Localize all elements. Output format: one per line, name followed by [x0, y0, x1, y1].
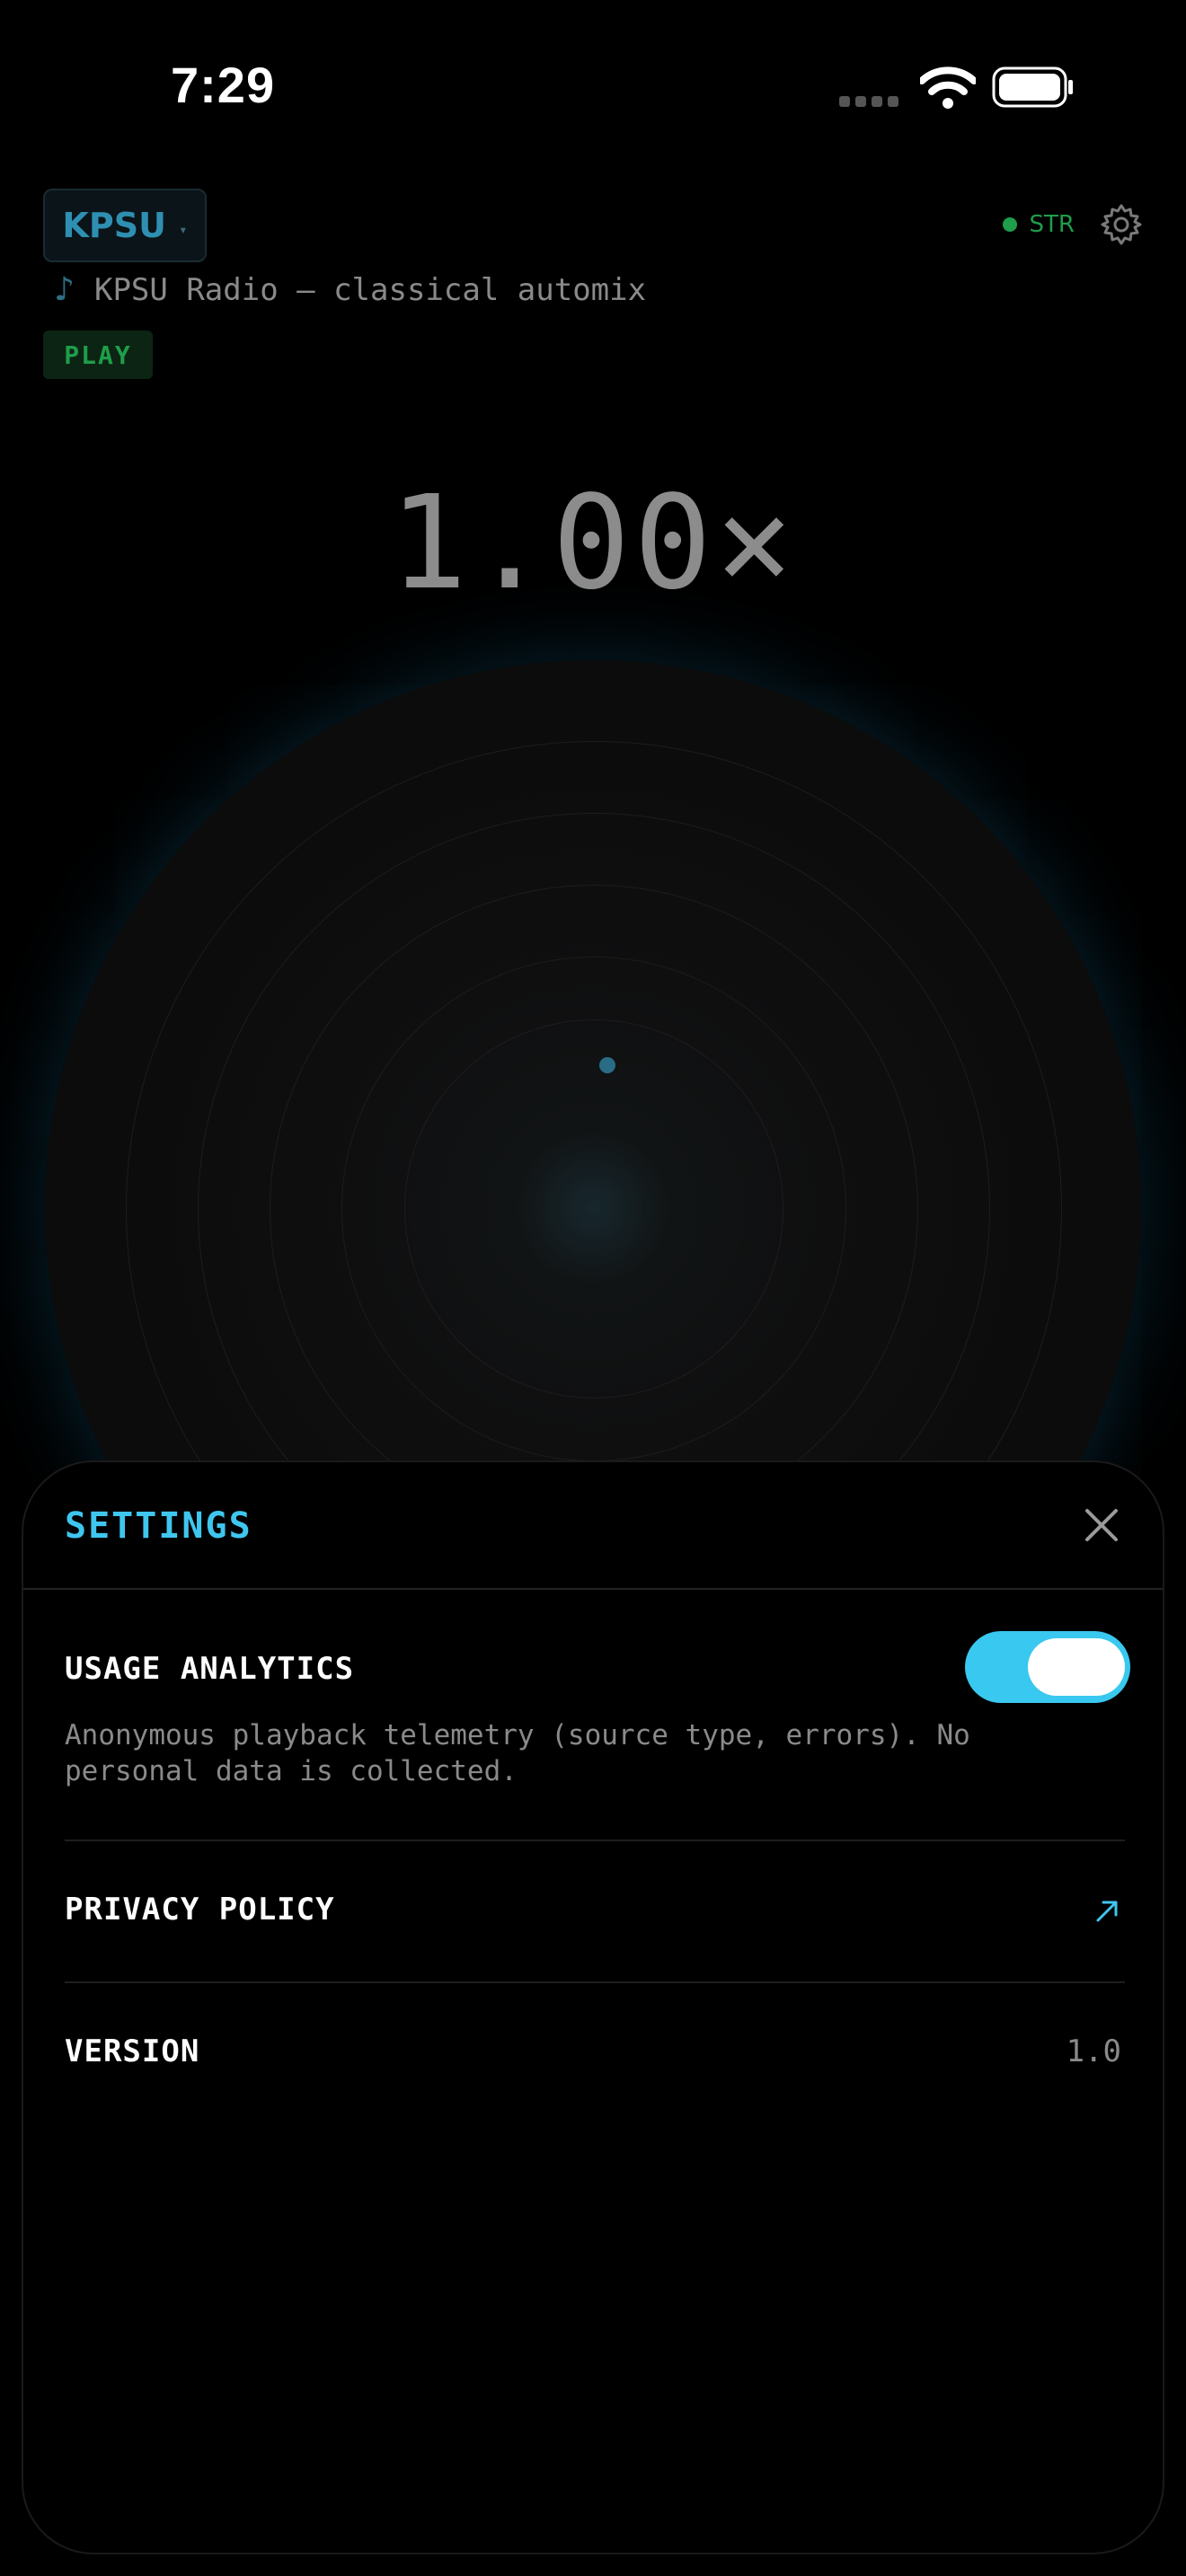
dial-ring: [404, 1019, 783, 1398]
now-playing-title: KPSU Radio — classical automix: [93, 271, 647, 308]
usage-analytics-description: Anonymous playback telemetry (source typ…: [65, 1719, 970, 1787]
station-selector[interactable]: KPSU ▾: [43, 189, 207, 262]
divider: [65, 1839, 1125, 1841]
battery-icon: [992, 66, 1073, 108]
settings-header: SETTINGS: [23, 1462, 1163, 1590]
status-time: 7:29: [171, 57, 276, 113]
stream-status-dot: [1002, 217, 1017, 232]
settings-sheet: SETTINGS USAGE ANALYTICS Anonymous playb…: [22, 1460, 1164, 2554]
play-badge[interactable]: PLAY: [43, 331, 153, 379]
playback-speed: 1.00×: [389, 467, 797, 618]
dial-indicator[interactable]: [599, 1057, 615, 1073]
external-link-icon[interactable]: [1093, 1897, 1121, 1926]
status-bar: 7:29: [0, 0, 1186, 171]
privacy-policy-link[interactable]: PRIVACY POLICY: [65, 1892, 335, 1928]
cellular-signal-icon: [839, 93, 904, 110]
play-label: PLAY: [64, 340, 132, 370]
chevron-down-icon: ▾: [178, 220, 188, 238]
toggle-knob: [1028, 1638, 1125, 1696]
settings-title: SETTINGS: [65, 1505, 252, 1547]
usage-analytics-toggle[interactable]: [965, 1631, 1130, 1703]
station-name: KPSU: [62, 206, 166, 245]
version-label: VERSION: [65, 2033, 200, 2069]
music-note-icon: ♪: [54, 271, 75, 308]
wifi-icon: [920, 66, 976, 109]
gear-icon[interactable]: [1100, 203, 1143, 246]
now-playing: ♪ KPSU Radio — classical automix: [54, 271, 646, 308]
close-icon[interactable]: [1082, 1505, 1121, 1545]
divider: [65, 1981, 1125, 1983]
usage-analytics-label: USAGE ANALYTICS: [65, 1651, 355, 1687]
stream-status-label: STR: [1029, 211, 1075, 238]
stream-status: STR: [1002, 203, 1143, 246]
version-value: 1.0: [1066, 2033, 1121, 2069]
